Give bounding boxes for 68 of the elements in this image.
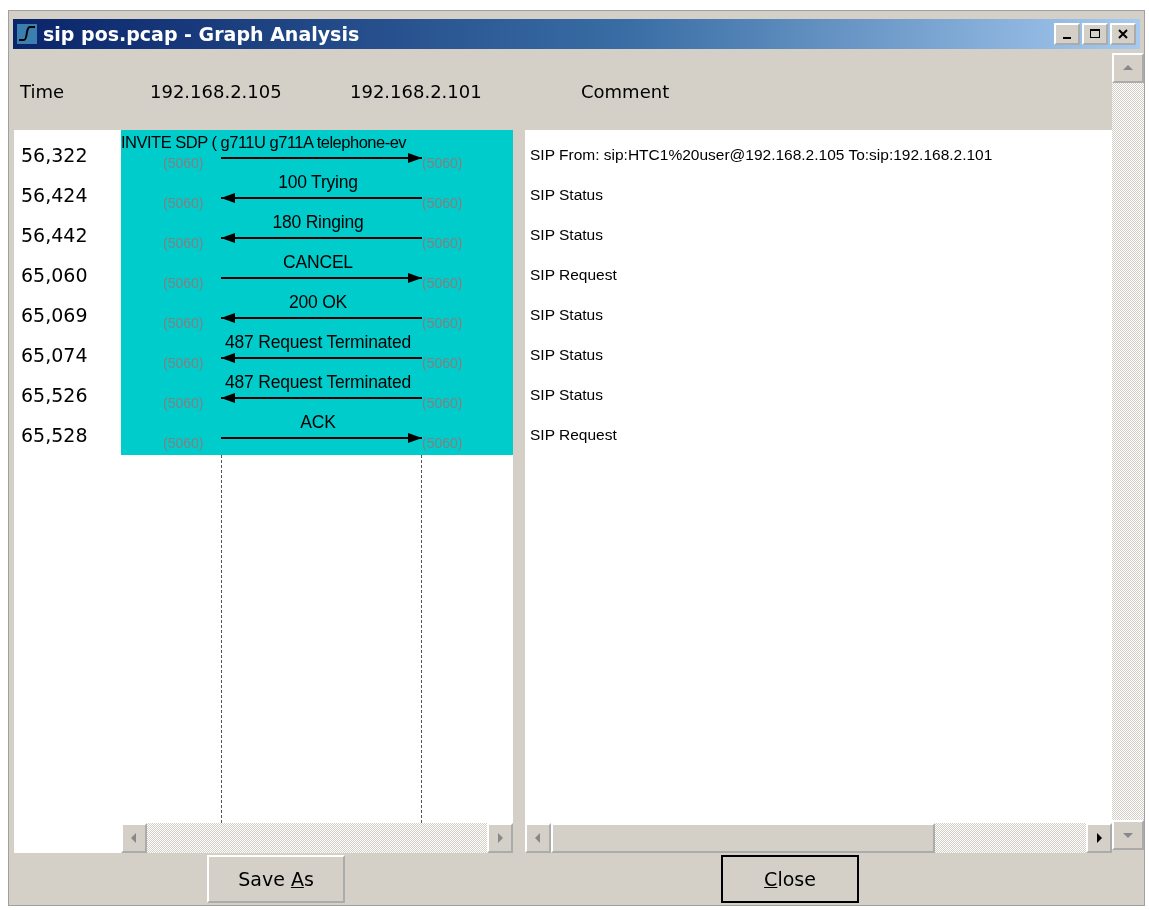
column-header: Time [19, 81, 66, 102]
message-label[interactable]: 100 Trying [278, 172, 358, 192]
host-header: 192.168.2.105 [150, 81, 283, 102]
left-arrow-icon [534, 833, 542, 843]
right-arrow-icon [496, 833, 504, 843]
scroll-left-button[interactable] [121, 823, 147, 853]
down-arrow-icon [1123, 831, 1133, 839]
horizontal-scrollbar[interactable] [121, 823, 513, 853]
port-label: (5060) [422, 155, 463, 171]
port-label: (5060) [422, 435, 463, 451]
vertical-scrollbar[interactable] [1112, 53, 1144, 850]
message-label[interactable]: CANCEL [283, 252, 353, 272]
message-label[interactable]: 200 OK [288, 292, 348, 312]
port-label: (5060) [163, 275, 204, 291]
comment-cell: SIP Status [530, 306, 603, 324]
close-dialog-button[interactable]: Close [721, 855, 859, 903]
comment-cell: SIP From: sip:HTC1%20user@192.168.2.105 To:sip:192.168.2.101 [530, 146, 993, 164]
port-label: (5060) [163, 195, 204, 211]
message-label[interactable]: ACK [300, 412, 336, 432]
time-cell: 56,322 [21, 144, 88, 166]
window-title: sip pos.pcap - Graph Analysis [43, 23, 360, 45]
scroll-left-button[interactable] [525, 823, 551, 853]
time-cell: 65,526 [21, 384, 88, 406]
port-label: (5060) [163, 435, 204, 451]
comment-cell: SIP Request [530, 266, 617, 284]
port-label: (5060) [422, 355, 463, 371]
maximize-button[interactable] [1082, 23, 1108, 45]
message-label[interactable]: 487 Request Terminated [225, 372, 411, 392]
graph-icon [17, 24, 37, 44]
left-arrow-icon [130, 833, 138, 843]
port-label: (5060) [163, 315, 204, 331]
port-label: (5060) [163, 395, 204, 411]
port-label: (5060) [422, 395, 463, 411]
port-label: (5060) [422, 275, 463, 291]
minimize-button[interactable] [1054, 23, 1080, 45]
port-label: (5060) [163, 155, 204, 171]
port-label: (5060) [163, 355, 204, 371]
comment-cell: SIP Status [530, 186, 603, 204]
host-header: 192.168.2.101 [350, 81, 483, 102]
scroll-up-button[interactable] [1112, 53, 1144, 83]
right-arrow-icon [1095, 833, 1103, 843]
horizontal-scrollbar[interactable] [525, 823, 1112, 853]
port-label: (5060) [422, 195, 463, 211]
comment-cell: SIP Status [530, 386, 603, 404]
time-cell: 65,074 [21, 344, 88, 366]
up-arrow-icon [1123, 64, 1133, 72]
time-cell: 56,442 [21, 224, 88, 246]
port-label: (5060) [422, 315, 463, 331]
time-cell: 65,528 [21, 424, 88, 446]
time-cell: 65,069 [21, 304, 88, 326]
scroll-thumb[interactable] [551, 823, 935, 853]
save-as-button[interactable]: Save As [207, 855, 345, 903]
close-button[interactable] [1110, 23, 1136, 45]
port-label: (5060) [422, 235, 463, 251]
minimize-icon [1063, 37, 1071, 39]
message-label[interactable]: 487 Request Terminated [225, 332, 411, 352]
time-cell: 56,424 [21, 184, 88, 206]
message-label[interactable]: 180 Ringing [272, 212, 364, 232]
column-header: Comment [581, 81, 670, 102]
comment-cell: SIP Status [530, 226, 603, 244]
close-icon [1117, 28, 1129, 40]
comment-cell: SIP Request [530, 426, 617, 444]
message-label[interactable]: INVITE SDP ( g711U g711A telephone-ev [121, 132, 407, 152]
maximize-icon [1089, 28, 1101, 40]
time-cell: 65,060 [21, 264, 88, 286]
scroll-right-button[interactable] [1086, 823, 1112, 853]
port-label: (5060) [163, 235, 204, 251]
comment-cell: SIP Status [530, 346, 603, 364]
